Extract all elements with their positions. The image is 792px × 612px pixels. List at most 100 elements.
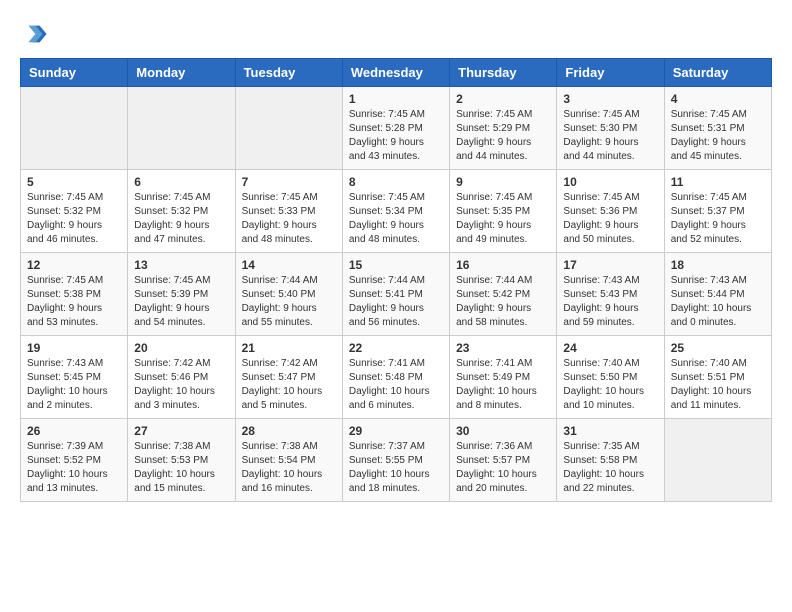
- cell-content: Sunrise: 7:40 AM Sunset: 5:51 PM Dayligh…: [671, 357, 765, 413]
- calendar-cell: 30 Sunrise: 7:36 AM Sunset: 5:57 PM Dayl…: [450, 419, 557, 502]
- cell-content: Sunrise: 7:44 AM Sunset: 5:40 PM Dayligh…: [242, 274, 336, 330]
- calendar-cell: 25 Sunrise: 7:40 AM Sunset: 5:51 PM Dayl…: [664, 336, 771, 419]
- cell-content: Sunrise: 7:35 AM Sunset: 5:58 PM Dayligh…: [563, 440, 657, 496]
- cell-content: Sunrise: 7:42 AM Sunset: 5:46 PM Dayligh…: [134, 357, 228, 413]
- calendar-cell: 2 Sunrise: 7:45 AM Sunset: 5:29 PM Dayli…: [450, 87, 557, 170]
- calendar-table: SundayMondayTuesdayWednesdayThursdayFrid…: [20, 58, 772, 502]
- day-number: 2: [456, 92, 550, 106]
- cell-content: Sunrise: 7:45 AM Sunset: 5:38 PM Dayligh…: [27, 274, 121, 330]
- calendar-cell: 13 Sunrise: 7:45 AM Sunset: 5:39 PM Dayl…: [128, 253, 235, 336]
- day-number: 17: [563, 258, 657, 272]
- weekday-header-thursday: Thursday: [450, 59, 557, 87]
- calendar-cell: 26 Sunrise: 7:39 AM Sunset: 5:52 PM Dayl…: [21, 419, 128, 502]
- cell-content: Sunrise: 7:45 AM Sunset: 5:31 PM Dayligh…: [671, 108, 765, 164]
- weekday-header-friday: Friday: [557, 59, 664, 87]
- weekday-header-monday: Monday: [128, 59, 235, 87]
- calendar-cell: [128, 87, 235, 170]
- day-number: 19: [27, 341, 121, 355]
- cell-content: Sunrise: 7:45 AM Sunset: 5:37 PM Dayligh…: [671, 191, 765, 247]
- day-number: 23: [456, 341, 550, 355]
- logo: [20, 20, 52, 48]
- calendar-cell: 22 Sunrise: 7:41 AM Sunset: 5:48 PM Dayl…: [342, 336, 449, 419]
- calendar-cell: [21, 87, 128, 170]
- day-number: 18: [671, 258, 765, 272]
- day-number: 12: [27, 258, 121, 272]
- cell-content: Sunrise: 7:40 AM Sunset: 5:50 PM Dayligh…: [563, 357, 657, 413]
- cell-content: Sunrise: 7:45 AM Sunset: 5:33 PM Dayligh…: [242, 191, 336, 247]
- calendar-cell: 1 Sunrise: 7:45 AM Sunset: 5:28 PM Dayli…: [342, 87, 449, 170]
- cell-content: Sunrise: 7:37 AM Sunset: 5:55 PM Dayligh…: [349, 440, 443, 496]
- day-number: 10: [563, 175, 657, 189]
- cell-content: Sunrise: 7:45 AM Sunset: 5:36 PM Dayligh…: [563, 191, 657, 247]
- day-number: 29: [349, 424, 443, 438]
- day-number: 25: [671, 341, 765, 355]
- weekday-header-saturday: Saturday: [664, 59, 771, 87]
- page-header: [20, 20, 772, 48]
- cell-content: Sunrise: 7:42 AM Sunset: 5:47 PM Dayligh…: [242, 357, 336, 413]
- cell-content: Sunrise: 7:39 AM Sunset: 5:52 PM Dayligh…: [27, 440, 121, 496]
- day-number: 24: [563, 341, 657, 355]
- cell-content: Sunrise: 7:43 AM Sunset: 5:45 PM Dayligh…: [27, 357, 121, 413]
- calendar-cell: 16 Sunrise: 7:44 AM Sunset: 5:42 PM Dayl…: [450, 253, 557, 336]
- cell-content: Sunrise: 7:45 AM Sunset: 5:30 PM Dayligh…: [563, 108, 657, 164]
- day-number: 22: [349, 341, 443, 355]
- day-number: 21: [242, 341, 336, 355]
- calendar-cell: 21 Sunrise: 7:42 AM Sunset: 5:47 PM Dayl…: [235, 336, 342, 419]
- calendar-cell: 24 Sunrise: 7:40 AM Sunset: 5:50 PM Dayl…: [557, 336, 664, 419]
- day-number: 3: [563, 92, 657, 106]
- calendar-week-1: 1 Sunrise: 7:45 AM Sunset: 5:28 PM Dayli…: [21, 87, 772, 170]
- calendar-week-3: 12 Sunrise: 7:45 AM Sunset: 5:38 PM Dayl…: [21, 253, 772, 336]
- calendar-cell: 4 Sunrise: 7:45 AM Sunset: 5:31 PM Dayli…: [664, 87, 771, 170]
- calendar-week-2: 5 Sunrise: 7:45 AM Sunset: 5:32 PM Dayli…: [21, 170, 772, 253]
- calendar-cell: 17 Sunrise: 7:43 AM Sunset: 5:43 PM Dayl…: [557, 253, 664, 336]
- calendar-cell: 7 Sunrise: 7:45 AM Sunset: 5:33 PM Dayli…: [235, 170, 342, 253]
- day-number: 1: [349, 92, 443, 106]
- calendar-week-4: 19 Sunrise: 7:43 AM Sunset: 5:45 PM Dayl…: [21, 336, 772, 419]
- calendar-week-5: 26 Sunrise: 7:39 AM Sunset: 5:52 PM Dayl…: [21, 419, 772, 502]
- day-number: 16: [456, 258, 550, 272]
- calendar-cell: 27 Sunrise: 7:38 AM Sunset: 5:53 PM Dayl…: [128, 419, 235, 502]
- day-number: 15: [349, 258, 443, 272]
- cell-content: Sunrise: 7:41 AM Sunset: 5:49 PM Dayligh…: [456, 357, 550, 413]
- day-number: 4: [671, 92, 765, 106]
- calendar-cell: 31 Sunrise: 7:35 AM Sunset: 5:58 PM Dayl…: [557, 419, 664, 502]
- cell-content: Sunrise: 7:38 AM Sunset: 5:54 PM Dayligh…: [242, 440, 336, 496]
- day-number: 9: [456, 175, 550, 189]
- calendar-cell: 8 Sunrise: 7:45 AM Sunset: 5:34 PM Dayli…: [342, 170, 449, 253]
- cell-content: Sunrise: 7:45 AM Sunset: 5:34 PM Dayligh…: [349, 191, 443, 247]
- cell-content: Sunrise: 7:41 AM Sunset: 5:48 PM Dayligh…: [349, 357, 443, 413]
- calendar-cell: 9 Sunrise: 7:45 AM Sunset: 5:35 PM Dayli…: [450, 170, 557, 253]
- weekday-header-tuesday: Tuesday: [235, 59, 342, 87]
- day-number: 11: [671, 175, 765, 189]
- calendar-cell: 3 Sunrise: 7:45 AM Sunset: 5:30 PM Dayli…: [557, 87, 664, 170]
- calendar-cell: 5 Sunrise: 7:45 AM Sunset: 5:32 PM Dayli…: [21, 170, 128, 253]
- day-number: 5: [27, 175, 121, 189]
- calendar-cell: 15 Sunrise: 7:44 AM Sunset: 5:41 PM Dayl…: [342, 253, 449, 336]
- weekday-header-row: SundayMondayTuesdayWednesdayThursdayFrid…: [21, 59, 772, 87]
- cell-content: Sunrise: 7:44 AM Sunset: 5:41 PM Dayligh…: [349, 274, 443, 330]
- day-number: 20: [134, 341, 228, 355]
- calendar-cell: 18 Sunrise: 7:43 AM Sunset: 5:44 PM Dayl…: [664, 253, 771, 336]
- cell-content: Sunrise: 7:38 AM Sunset: 5:53 PM Dayligh…: [134, 440, 228, 496]
- logo-icon: [20, 20, 48, 48]
- calendar-cell: 10 Sunrise: 7:45 AM Sunset: 5:36 PM Dayl…: [557, 170, 664, 253]
- cell-content: Sunrise: 7:43 AM Sunset: 5:43 PM Dayligh…: [563, 274, 657, 330]
- cell-content: Sunrise: 7:45 AM Sunset: 5:32 PM Dayligh…: [134, 191, 228, 247]
- cell-content: Sunrise: 7:45 AM Sunset: 5:32 PM Dayligh…: [27, 191, 121, 247]
- calendar-cell: 12 Sunrise: 7:45 AM Sunset: 5:38 PM Dayl…: [21, 253, 128, 336]
- cell-content: Sunrise: 7:45 AM Sunset: 5:29 PM Dayligh…: [456, 108, 550, 164]
- day-number: 13: [134, 258, 228, 272]
- cell-content: Sunrise: 7:45 AM Sunset: 5:28 PM Dayligh…: [349, 108, 443, 164]
- calendar-cell: 29 Sunrise: 7:37 AM Sunset: 5:55 PM Dayl…: [342, 419, 449, 502]
- calendar-cell: [664, 419, 771, 502]
- calendar-cell: 28 Sunrise: 7:38 AM Sunset: 5:54 PM Dayl…: [235, 419, 342, 502]
- calendar-cell: 20 Sunrise: 7:42 AM Sunset: 5:46 PM Dayl…: [128, 336, 235, 419]
- day-number: 6: [134, 175, 228, 189]
- cell-content: Sunrise: 7:43 AM Sunset: 5:44 PM Dayligh…: [671, 274, 765, 330]
- weekday-header-sunday: Sunday: [21, 59, 128, 87]
- weekday-header-wednesday: Wednesday: [342, 59, 449, 87]
- calendar-cell: [235, 87, 342, 170]
- cell-content: Sunrise: 7:44 AM Sunset: 5:42 PM Dayligh…: [456, 274, 550, 330]
- cell-content: Sunrise: 7:36 AM Sunset: 5:57 PM Dayligh…: [456, 440, 550, 496]
- calendar-cell: 6 Sunrise: 7:45 AM Sunset: 5:32 PM Dayli…: [128, 170, 235, 253]
